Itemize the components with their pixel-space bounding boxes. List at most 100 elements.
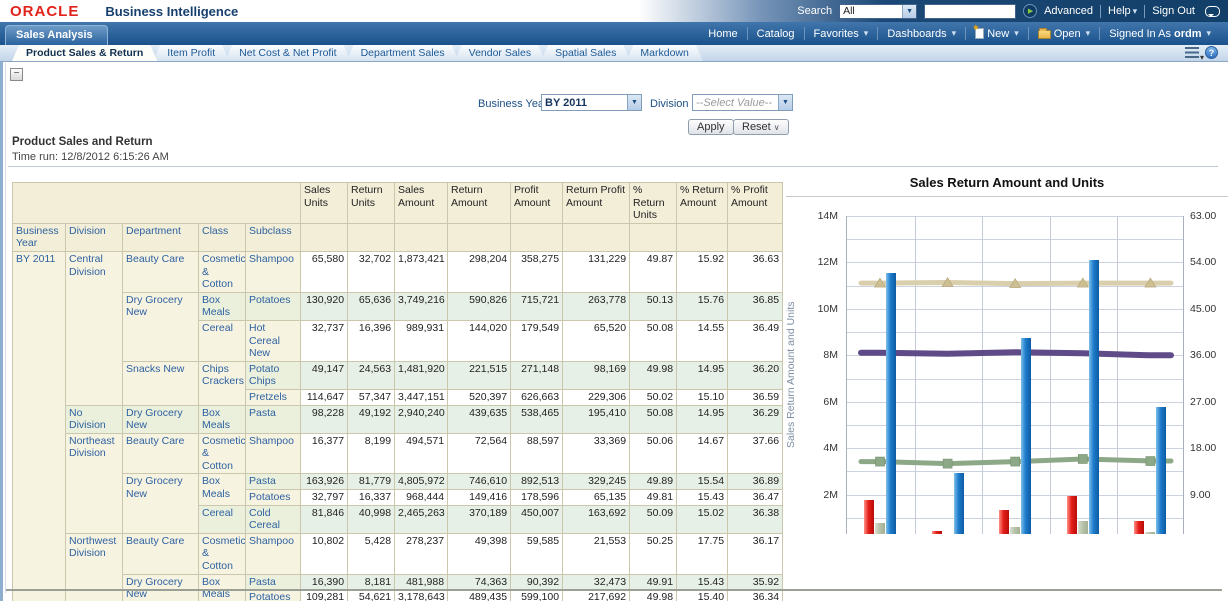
column-header: Subclass <box>244 222 302 252</box>
page-tab[interactable]: Department Sales <box>347 45 459 61</box>
search-input[interactable] <box>924 3 1017 19</box>
measure-cell: 16,337 <box>347 489 396 506</box>
measure-cell: 90,392 <box>510 573 564 591</box>
measure-cell: 81,779 <box>347 473 396 491</box>
measure-cell: 36.17 <box>727 532 784 575</box>
business-year-select[interactable]: BY 2011 <box>541 94 642 111</box>
page-tab[interactable]: Net Cost & Net Profit <box>225 45 350 61</box>
left-axis-tick: 4M <box>823 442 838 455</box>
measure-cell: 16,390 <box>300 573 349 591</box>
nav-dashboards[interactable]: Dashboards <box>878 28 965 40</box>
nav-catalog[interactable]: Catalog <box>748 28 804 40</box>
bar-sales-amount <box>953 472 964 534</box>
signed-in-menu[interactable]: Signed In As ordm <box>1100 28 1220 40</box>
page-tab[interactable]: Vendor Sales <box>455 45 545 61</box>
dimension-cell: Beauty Care <box>122 432 199 475</box>
collapse-section-icon[interactable] <box>10 68 23 81</box>
feedback-bubble-icon[interactable] <box>1205 5 1220 17</box>
advanced-link[interactable]: Advanced <box>1044 5 1093 17</box>
nav-favorites[interactable]: Favorites <box>805 28 878 40</box>
dimension-cell: Chips Crackers <box>198 360 246 406</box>
measure-cell: 130,920 <box>300 291 349 321</box>
dimension-cell: Cereal <box>198 319 246 362</box>
page-tab-active[interactable]: Product Sales & Return <box>12 45 157 61</box>
measure-cell: 15.40 <box>676 589 729 601</box>
header-spacer <box>676 222 729 252</box>
sign-out-link[interactable]: Sign Out <box>1152 5 1195 17</box>
measure-cell: 989,931 <box>394 319 449 362</box>
measure-cell: 109,281 <box>300 589 349 601</box>
table-corner <box>11 182 302 224</box>
apply-button[interactable]: Apply <box>688 119 734 135</box>
dimension-cell: Hot Cereal New <box>244 319 302 362</box>
header-spacer <box>629 222 678 252</box>
measure-cell: 358,275 <box>510 250 564 293</box>
measure-cell: 481,988 <box>394 573 449 591</box>
chevron-down-icon[interactable] <box>627 95 641 110</box>
reset-button[interactable]: Reset <box>733 119 789 135</box>
measure-cell: 54,621 <box>347 589 396 601</box>
measure-cell: 131,229 <box>562 250 631 293</box>
open-button[interactable]: Open <box>1029 28 1099 40</box>
column-header: Return Amount <box>447 182 512 224</box>
dimension-cell: Snacks New <box>122 360 199 406</box>
column-header: Return Profit Amount <box>562 182 631 224</box>
measure-cell: 65,636 <box>347 291 396 321</box>
measure-cell: 3,447,151 <box>394 388 449 406</box>
measure-cell: 49,147 <box>300 360 349 390</box>
search-go-button[interactable] <box>1023 4 1038 18</box>
measure-cell: 263,778 <box>562 291 631 321</box>
measure-cell: 15.43 <box>676 573 729 591</box>
dimension-cell: Pretzels <box>244 388 302 406</box>
measure-cell: 65,135 <box>562 489 631 506</box>
dimension-cell: Potatoes <box>244 489 302 506</box>
left-axis-tick: 14M <box>817 210 838 222</box>
square-marker <box>875 456 885 467</box>
dimension-cell: Dry Grocery New <box>122 404 199 434</box>
chevron-down-icon[interactable] <box>902 4 917 18</box>
help-menu[interactable]: Help <box>1108 5 1137 17</box>
measure-cell: 221,515 <box>447 360 512 390</box>
bar-return-profit-amount <box>1145 531 1156 534</box>
measure-cell: 179,549 <box>510 319 564 362</box>
search-scope-select[interactable]: All <box>839 3 918 19</box>
measure-cell: 36.47 <box>727 489 784 506</box>
measure-cell: 15.54 <box>676 473 729 491</box>
measure-cell: 15.92 <box>676 250 729 293</box>
column-header: Sales Amount <box>394 182 449 224</box>
measure-cell: 4,805,972 <box>394 473 449 491</box>
page-tab[interactable]: Spatial Sales <box>541 45 630 61</box>
business-year-label: Business Year <box>478 98 548 110</box>
measure-cell: 15.43 <box>676 489 729 506</box>
folder-icon <box>1037 28 1051 39</box>
table-row: Northeast DivisionBeauty CareCosmetics &… <box>13 432 784 534</box>
search-label: Search <box>797 5 833 17</box>
table-row: Snacks New Chips Crackers Potato Chips 49,1… <box>13 360 784 406</box>
dimension-cell: Pasta <box>244 404 302 434</box>
measure-cell: 14.95 <box>676 404 729 434</box>
dimension-cell: Shampoo <box>244 432 302 475</box>
page-tab[interactable]: Item Profit <box>153 45 229 61</box>
page-options-icon[interactable] <box>1185 47 1204 62</box>
chevron-down-icon[interactable] <box>778 95 792 110</box>
divider <box>1100 4 1102 18</box>
new-button[interactable]: New <box>966 23 1028 40</box>
measure-cell: 329,245 <box>562 473 631 491</box>
nav-home[interactable]: Home <box>699 28 746 40</box>
right-axis-tick: 36.00 <box>1190 349 1217 362</box>
measure-cell: 49.89 <box>629 473 678 491</box>
measure-cell: 59,585 <box>510 532 564 575</box>
page-tab[interactable]: Markdown <box>626 45 702 61</box>
measure-cell: 74,363 <box>447 573 512 591</box>
measure-cell: 715,721 <box>510 291 564 321</box>
measure-cell: 114,647 <box>300 388 349 406</box>
bar-sales-amount <box>1021 338 1032 534</box>
measure-cell: 88,597 <box>510 432 564 475</box>
division-select[interactable]: --Select Value-- <box>692 94 793 111</box>
chart-title: Sales Return Amount and Units <box>909 175 1105 190</box>
header-spacer <box>347 222 396 252</box>
help-icon[interactable] <box>1205 46 1218 59</box>
division-label: Division <box>650 98 689 110</box>
dashboard-tab-sales-analysis[interactable]: Sales Analysis <box>5 25 108 45</box>
measure-cell: 489,435 <box>447 589 512 601</box>
